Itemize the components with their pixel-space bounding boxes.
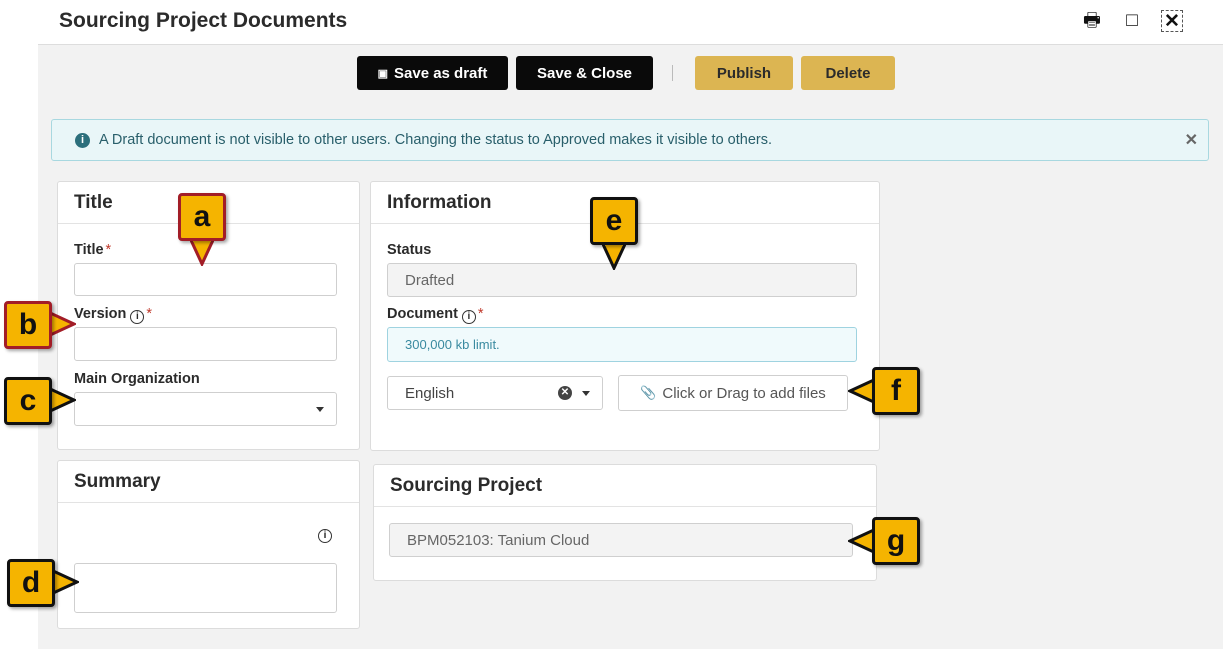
callout-b-pointer <box>48 312 76 336</box>
status-label: Status <box>387 242 432 258</box>
summary-input[interactable] <box>74 563 337 613</box>
alert-close-icon[interactable]: ✕ <box>1185 130 1198 150</box>
chevron-down-icon <box>582 391 590 396</box>
version-info-icon[interactable]: i <box>130 310 145 324</box>
save-close-button[interactable]: Save & Close <box>516 56 653 90</box>
sourcing-project-field: BPM052103: Tanium Cloud <box>389 523 853 557</box>
publish-button[interactable]: Publish <box>695 56 793 90</box>
callout-g: g <box>872 517 920 565</box>
maximize-icon[interactable]: □ <box>1121 10 1143 32</box>
save-close-label: Save & Close <box>536 64 633 82</box>
callout-a-pointer <box>190 238 214 266</box>
title-field-label: Title * <box>74 242 112 258</box>
title-input[interactable] <box>74 263 337 296</box>
callout-f: f <box>872 367 920 415</box>
publish-label: Publish <box>716 64 772 82</box>
sourcing-project-header: Sourcing Project <box>374 465 876 507</box>
window-controls: 🖶 □ ✕ <box>1081 10 1183 32</box>
document-upload-field[interactable]: 300,000 kb limit. <box>387 327 857 362</box>
summary-panel-header: Summary <box>58 461 359 503</box>
clear-icon[interactable]: ✕ <box>558 386 572 400</box>
close-icon[interactable]: ✕ <box>1161 10 1183 32</box>
save-as-draft-label: Save as draft <box>394 64 488 82</box>
summary-info-icon[interactable]: i <box>318 529 332 543</box>
callout-b: b <box>4 301 52 349</box>
callout-c-pointer <box>48 388 76 412</box>
draft-alert: i A Draft document is not visible to oth… <box>51 119 1209 161</box>
language-select[interactable]: English ✕ <box>387 376 603 410</box>
save-as-draft-button[interactable]: ▣ Save as draft <box>357 56 508 90</box>
main-organization-select[interactable] <box>74 392 337 426</box>
summary-panel: Summary i <box>57 460 360 629</box>
callout-e-pointer <box>602 242 626 270</box>
info-icon: i <box>75 132 90 148</box>
version-input[interactable] <box>74 327 337 361</box>
callout-a: a <box>178 193 226 241</box>
document-label: Document i * <box>387 306 484 324</box>
add-files-button[interactable]: 📎 Click or Drag to add files <box>618 375 848 411</box>
alert-message: A Draft document is not visible to other… <box>99 132 772 148</box>
window-title: Sourcing Project Documents <box>59 9 348 32</box>
chevron-down-icon <box>316 407 324 412</box>
add-files-label: Click or Drag to add files <box>662 384 826 402</box>
sourcing-project-panel: Sourcing Project BPM052103: Tanium Cloud <box>373 464 877 581</box>
delete-label: Delete <box>825 64 871 82</box>
paperclip-icon: 📎 <box>640 385 657 400</box>
main-organization-label: Main Organization <box>74 371 200 387</box>
delete-button[interactable]: Delete <box>801 56 895 90</box>
save-icon: ▣ <box>377 67 388 80</box>
version-field-label: Version i * <box>74 306 153 324</box>
callout-c: c <box>4 377 52 425</box>
toolbar-divider <box>672 65 673 81</box>
callout-e: e <box>590 197 638 245</box>
form-content: ▣ Save as draft Save & Close Publish Del… <box>38 44 1223 649</box>
language-value: English <box>405 384 455 402</box>
callout-d: d <box>7 559 55 607</box>
print-icon[interactable]: 🖶 <box>1081 10 1103 32</box>
callout-d-pointer <box>51 570 79 594</box>
document-info-icon[interactable]: i <box>461 310 476 324</box>
toolbar: ▣ Save as draft Save & Close Publish Del… <box>38 56 1223 90</box>
